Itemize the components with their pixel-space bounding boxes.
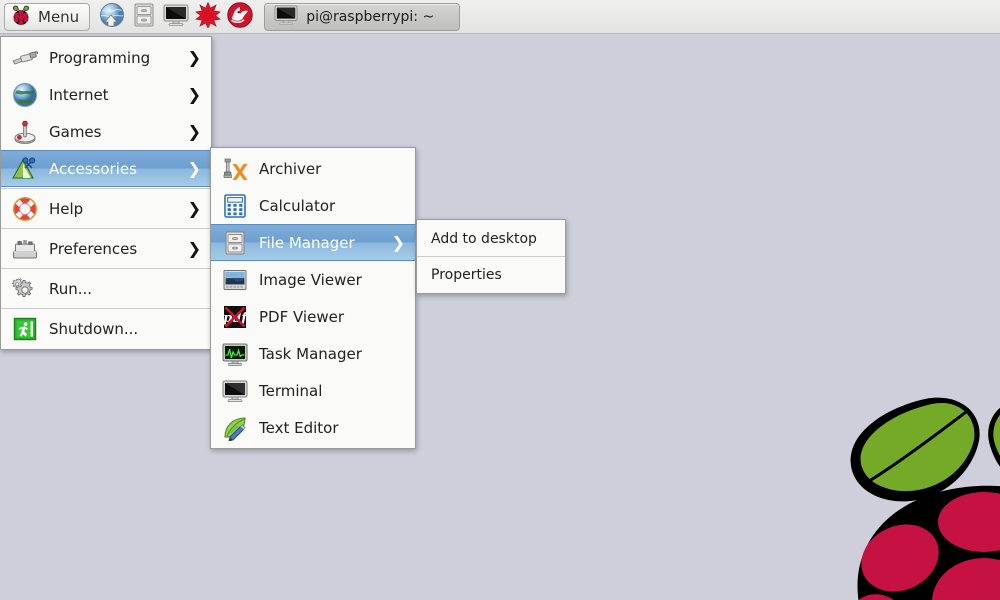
gears-icon (9, 273, 41, 305)
submenu-item-archiver[interactable]: Archiver (211, 150, 415, 187)
accessories-icon (9, 153, 41, 185)
file-cabinet-icon (219, 227, 251, 259)
submenu-item-label: Calculator (259, 196, 336, 215)
chevron-right-icon: ❯ (187, 84, 201, 104)
submenu-item-label: Image Viewer (259, 270, 362, 289)
chevron-right-icon: ❯ (187, 238, 201, 258)
chevron-right-icon: ❯ (187, 47, 201, 67)
red-circle-wolf-icon (227, 1, 253, 32)
leafpad-icon (219, 412, 251, 444)
pdf-icon: pdf (219, 301, 251, 333)
globe-icon (9, 79, 41, 111)
chevron-right-icon: ❯ (391, 232, 405, 252)
menu-item-help[interactable]: Help ❯ (1, 190, 211, 227)
menu-item-label: Games (49, 122, 102, 141)
menu-item-accessories[interactable]: Accessories ❯ (1, 150, 211, 187)
monitor-terminal-icon (162, 3, 190, 31)
window-button-title: pi@raspberrypi: ~ (306, 8, 435, 25)
accessories-submenu[interactable]: Archiver Calculator File Manager ❯ Image… (210, 147, 416, 449)
launcher-terminal[interactable] (160, 2, 192, 32)
menu-separator (1, 308, 211, 309)
context-item-properties[interactable]: Properties (417, 258, 565, 291)
menu-item-programming[interactable]: Programming ❯ (1, 39, 211, 76)
submenu-item-label: Text Editor (259, 418, 339, 437)
lifebuoy-icon (9, 193, 41, 225)
submenu-item-label: PDF Viewer (259, 307, 344, 326)
menu-item-label: Preferences (49, 239, 138, 258)
chevron-right-icon: ❯ (187, 198, 201, 218)
soldering-iron-icon (9, 42, 41, 74)
raspberry-icon (9, 3, 33, 31)
menu-item-label: Programming (49, 48, 151, 67)
file-manager-context-menu[interactable]: Add to desktop Properties (416, 219, 566, 294)
menu-separator (1, 228, 211, 229)
context-item-add-to-desktop[interactable]: Add to desktop (417, 222, 565, 255)
submenu-item-calculator[interactable]: Calculator (211, 187, 415, 224)
menu-item-label: Accessories (49, 159, 137, 178)
menu-item-internet[interactable]: Internet ❯ (1, 76, 211, 113)
submenu-item-terminal[interactable]: Terminal (211, 372, 415, 409)
launcher-mathematica[interactable] (192, 1, 224, 32)
menu-button-label: Menu (38, 7, 80, 26)
menu-item-shutdown[interactable]: Shutdown... (1, 310, 211, 347)
menu-item-preferences[interactable]: Preferences ❯ (1, 230, 211, 267)
desktop[interactable]: Menu pi@raspberrypi: ~ Programming ❯ Int… (0, 0, 1000, 600)
menu-item-run[interactable]: Run... (1, 270, 211, 307)
exit-running-man-icon (9, 313, 41, 345)
menu-item-games[interactable]: Games ❯ (1, 113, 211, 150)
menu-item-label: Run... (49, 279, 93, 298)
task-monitor-icon (219, 338, 251, 370)
menu-item-label: Internet (49, 85, 109, 104)
main-menu[interactable]: Programming ❯ Internet ❯ Games ❯ Accesso… (0, 36, 212, 350)
file-cabinet-icon (132, 2, 156, 32)
calculator-icon (219, 190, 251, 222)
menu-button[interactable]: Menu (4, 2, 91, 31)
menu-item-label: Shutdown... (49, 319, 139, 338)
chevron-right-icon: ❯ (187, 121, 201, 141)
submenu-item-image-viewer[interactable]: Image Viewer (211, 261, 415, 298)
raspberry-logo-wallpaper (843, 397, 1000, 600)
submenu-item-label: Task Manager (259, 344, 362, 363)
submenu-item-label: Terminal (259, 381, 323, 400)
context-item-label: Add to desktop (431, 230, 537, 247)
window-button-terminal[interactable]: pi@raspberrypi: ~ (264, 2, 461, 31)
submenu-item-label: Archiver (259, 159, 322, 178)
context-item-label: Properties (431, 266, 502, 283)
submenu-item-file-manager[interactable]: File Manager ❯ (211, 224, 415, 261)
red-star-icon (195, 1, 222, 32)
monitor-terminal-icon (273, 4, 299, 30)
taskbar[interactable]: Menu pi@raspberrypi: ~ (0, 0, 1000, 34)
globe-browser-icon (99, 2, 125, 32)
menu-separator (1, 268, 211, 269)
menu-separator (417, 256, 565, 257)
launcher-wolfram[interactable] (224, 1, 256, 32)
submenu-item-label: File Manager (259, 233, 355, 252)
menu-item-label: Help (49, 199, 84, 218)
submenu-item-text-editor[interactable]: Text Editor (211, 409, 415, 446)
launcher-web-browser[interactable] (96, 2, 128, 32)
launcher-file-manager[interactable] (128, 2, 160, 32)
archiver-icon (219, 153, 251, 185)
joystick-icon (9, 116, 41, 148)
image-viewer-icon (219, 264, 251, 296)
monitor-terminal-icon (219, 375, 251, 407)
menu-separator (1, 188, 211, 189)
submenu-item-pdf-viewer[interactable]: pdf PDF Viewer (211, 298, 415, 335)
toolbox-icon (9, 233, 41, 265)
submenu-item-task-manager[interactable]: Task Manager (211, 335, 415, 372)
chevron-right-icon: ❯ (187, 158, 201, 178)
